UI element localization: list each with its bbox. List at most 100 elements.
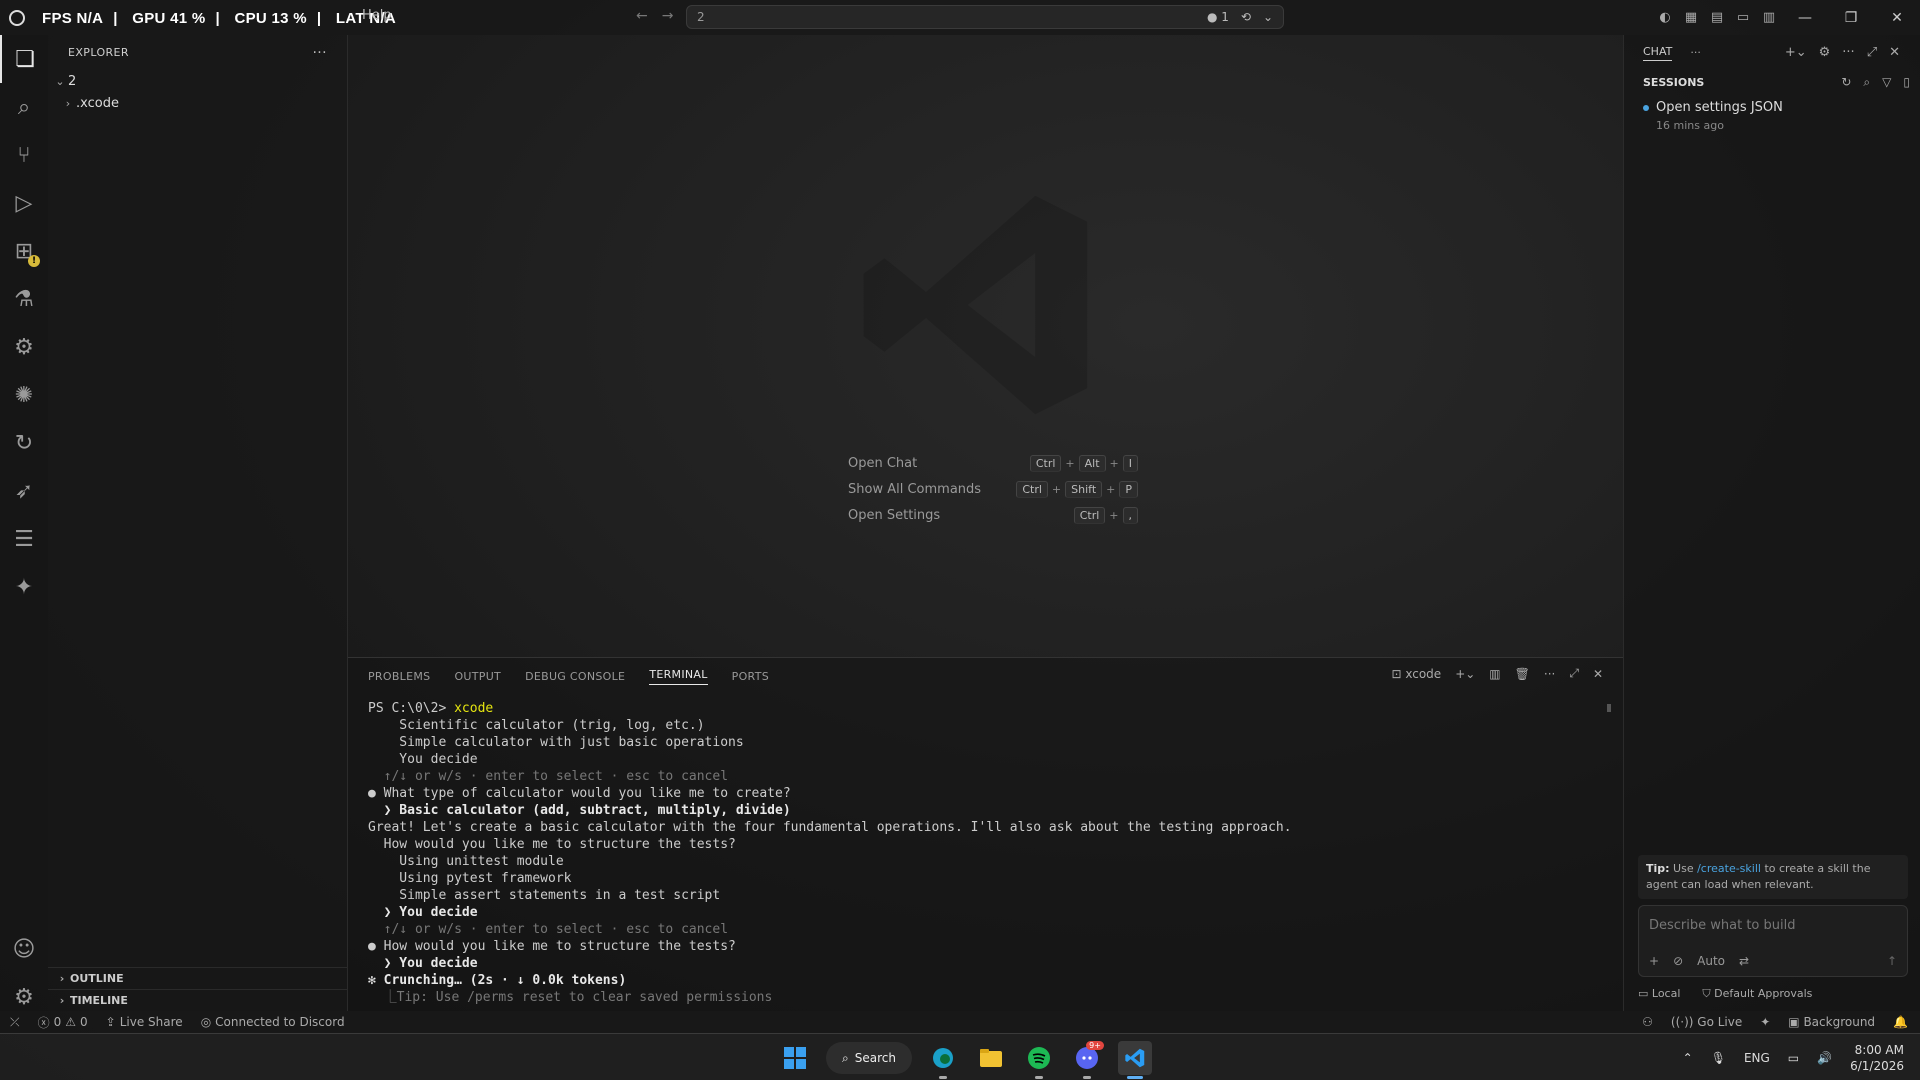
- terminal-selector[interactable]: ⊡ xcode: [1391, 667, 1441, 681]
- more-actions-icon[interactable]: ···: [312, 45, 327, 61]
- extensions-icon[interactable]: ⊞!: [0, 227, 48, 275]
- search-icon[interactable]: ⌕: [0, 83, 48, 131]
- tab-ports[interactable]: PORTS: [732, 670, 769, 683]
- copilot-sparkle-icon[interactable]: ✦: [0, 563, 48, 611]
- terminal-scrollbar[interactable]: [1607, 704, 1611, 712]
- tree-item-xcode[interactable]: › .xcode: [48, 92, 347, 114]
- file-explorer-icon[interactable]: [974, 1041, 1008, 1075]
- start-button[interactable]: [778, 1041, 812, 1075]
- create-skill-link[interactable]: /create-skill: [1697, 862, 1761, 875]
- close-panel-icon[interactable]: ✕: [1593, 667, 1603, 681]
- tree-item-label: .xcode: [76, 95, 119, 111]
- filter-icon[interactable]: ▽: [1882, 75, 1891, 90]
- split-terminal-icon[interactable]: ▥: [1489, 667, 1500, 681]
- volume-icon[interactable]: 🔊: [1817, 1051, 1832, 1065]
- terminal-line: Scientific calculator (trig, log, etc.): [368, 718, 705, 733]
- microphone-icon[interactable]: 🎙: [1711, 1051, 1726, 1065]
- source-control-icon[interactable]: ⑂: [0, 131, 48, 179]
- language-indicator[interactable]: ENG: [1744, 1051, 1770, 1065]
- more-actions-icon[interactable]: ···: [1690, 46, 1701, 59]
- background-button[interactable]: ▣ Background: [1788, 1015, 1875, 1029]
- timeline-section[interactable]: › TIMELINE: [48, 989, 348, 1011]
- more-actions-icon[interactable]: ···: [1544, 667, 1555, 681]
- shortcut-show-commands[interactable]: Show All Commands Ctrl + Shift + P: [848, 476, 1138, 502]
- tab-problems[interactable]: PROBLEMS: [368, 670, 430, 683]
- chevron-up-icon[interactable]: ⌃: [1683, 1051, 1693, 1065]
- copilot-status-icon[interactable]: ⚇: [1642, 1015, 1653, 1029]
- minimize-button[interactable]: —: [1782, 0, 1828, 35]
- copilot-icon[interactable]: ⟲: [1241, 10, 1251, 24]
- windows-taskbar: ⌕ Search 9+ ⌃ 🎙 ENG ▭ 🔊 8:00 AM 6/1/2026: [0, 1033, 1920, 1080]
- terminal-line: ❯ You decide: [368, 956, 478, 971]
- run-debug-icon[interactable]: ▷: [0, 179, 48, 227]
- more-icon[interactable]: ···: [1842, 45, 1854, 60]
- discord-status[interactable]: ◎ Connected to Discord: [201, 1015, 345, 1029]
- notifications-bell-icon[interactable]: 🔔: [1893, 1015, 1908, 1029]
- tools-icon[interactable]: ⊘: [1673, 954, 1683, 968]
- back-arrow-icon[interactable]: ←: [636, 8, 648, 24]
- vscode-icon[interactable]: [1117, 1041, 1152, 1079]
- checklist-icon[interactable]: ☰: [0, 515, 48, 563]
- tab-terminal[interactable]: TERMINAL: [649, 668, 708, 685]
- trash-icon[interactable]: 🗑: [1515, 667, 1530, 681]
- refresh-icon[interactable]: ↻: [1841, 75, 1851, 90]
- network-icon[interactable]: ▭: [1788, 1051, 1799, 1065]
- spotify-icon[interactable]: [1022, 1041, 1056, 1079]
- shortcut-open-settings[interactable]: Open Settings Ctrl + ,: [848, 502, 1138, 528]
- outline-section[interactable]: › OUTLINE: [48, 967, 348, 989]
- sparkle-icon[interactable]: ✦: [1760, 1015, 1770, 1029]
- gear-icon[interactable]: ⚙: [1819, 45, 1831, 60]
- send-icon[interactable]: ↑: [1887, 954, 1897, 968]
- shortcut-open-chat[interactable]: Open Chat Ctrl + Alt + I: [848, 450, 1138, 476]
- edge-icon[interactable]: [926, 1041, 960, 1079]
- taskbar-search[interactable]: ⌕ Search: [826, 1042, 912, 1074]
- default-approvals-button[interactable]: ⛉ Default Approvals: [1702, 987, 1812, 1001]
- accounts-icon[interactable]: ◐: [1652, 8, 1678, 28]
- toggle-secondary-sidebar-icon[interactable]: ▥: [1756, 8, 1782, 28]
- toggle-sidebar-icon[interactable]: ▤: [1704, 8, 1730, 28]
- clock[interactable]: 8:00 AM 6/1/2026: [1850, 1042, 1904, 1074]
- chevron-down-icon[interactable]: ⌄: [1263, 10, 1273, 24]
- tree-root[interactable]: ⌄ 2: [48, 70, 347, 92]
- tab-chat[interactable]: CHAT: [1643, 45, 1673, 61]
- command-center[interactable]: 2 ● 1 ⟲ ⌄: [686, 5, 1284, 29]
- new-terminal-icon[interactable]: +⌄: [1455, 667, 1475, 681]
- discord-icon[interactable]: 9+: [1070, 1041, 1104, 1079]
- restore-button[interactable]: ❐: [1828, 0, 1874, 35]
- close-icon[interactable]: ✕: [1889, 45, 1900, 60]
- terminal-output[interactable]: PS C:\0\2> xcode Scientific calculator (…: [368, 700, 1588, 1006]
- testing-icon[interactable]: ⚗: [0, 275, 48, 323]
- session-item[interactable]: Open settings JSON 16 mins ago: [1624, 94, 1920, 132]
- remote-indicator-icon[interactable]: ⤫: [10, 1015, 20, 1030]
- maximize-icon[interactable]: ⤢: [1867, 45, 1877, 60]
- mode-picker[interactable]: Auto: [1697, 954, 1725, 968]
- toggle-panel-icon[interactable]: ▭: [1730, 8, 1756, 28]
- terminal-line: ❯ Basic calculator (add, subtract, multi…: [368, 803, 791, 818]
- menu-help[interactable]: Help: [362, 8, 392, 23]
- tab-debug-console[interactable]: DEBUG CONSOLE: [525, 670, 625, 683]
- live-share-button[interactable]: ⇪ Live Share: [106, 1015, 183, 1029]
- forward-arrow-icon[interactable]: →: [662, 8, 674, 24]
- account-icon[interactable]: ☺: [0, 925, 48, 973]
- warning-badge: !: [28, 255, 40, 267]
- tab-output[interactable]: OUTPUT: [454, 670, 501, 683]
- live-share-icon[interactable]: ↻: [0, 419, 48, 467]
- chat-input-box[interactable]: Describe what to build + ⊘ Auto ⇄ ↑: [1638, 905, 1908, 977]
- sidebar-toggle-icon[interactable]: ▯: [1903, 75, 1910, 90]
- local-button[interactable]: ▭ Local: [1638, 987, 1680, 1001]
- add-context-icon[interactable]: +: [1649, 954, 1659, 968]
- changes-indicator[interactable]: ● 1: [1207, 10, 1229, 24]
- close-button[interactable]: ✕: [1874, 0, 1920, 35]
- maximize-panel-icon[interactable]: ⤢: [1569, 666, 1579, 681]
- search-icon[interactable]: ⌕: [1863, 75, 1870, 90]
- python-icon[interactable]: ⚙: [0, 323, 48, 371]
- layout-icon[interactable]: ▦: [1678, 8, 1704, 28]
- remote-icon[interactable]: ➶: [0, 467, 48, 515]
- explorer-icon[interactable]: ❏: [0, 35, 48, 83]
- problems-indicator[interactable]: ⓧ 0 ⚠ 0: [38, 1014, 88, 1031]
- spark-icon[interactable]: ✺: [0, 371, 48, 419]
- go-live-button[interactable]: ((·)) Go Live: [1671, 1015, 1742, 1029]
- nav-arrows: ← →: [636, 8, 673, 24]
- new-chat-icon[interactable]: +⌄: [1785, 45, 1807, 60]
- settings-sliders-icon[interactable]: ⇄: [1739, 954, 1749, 968]
